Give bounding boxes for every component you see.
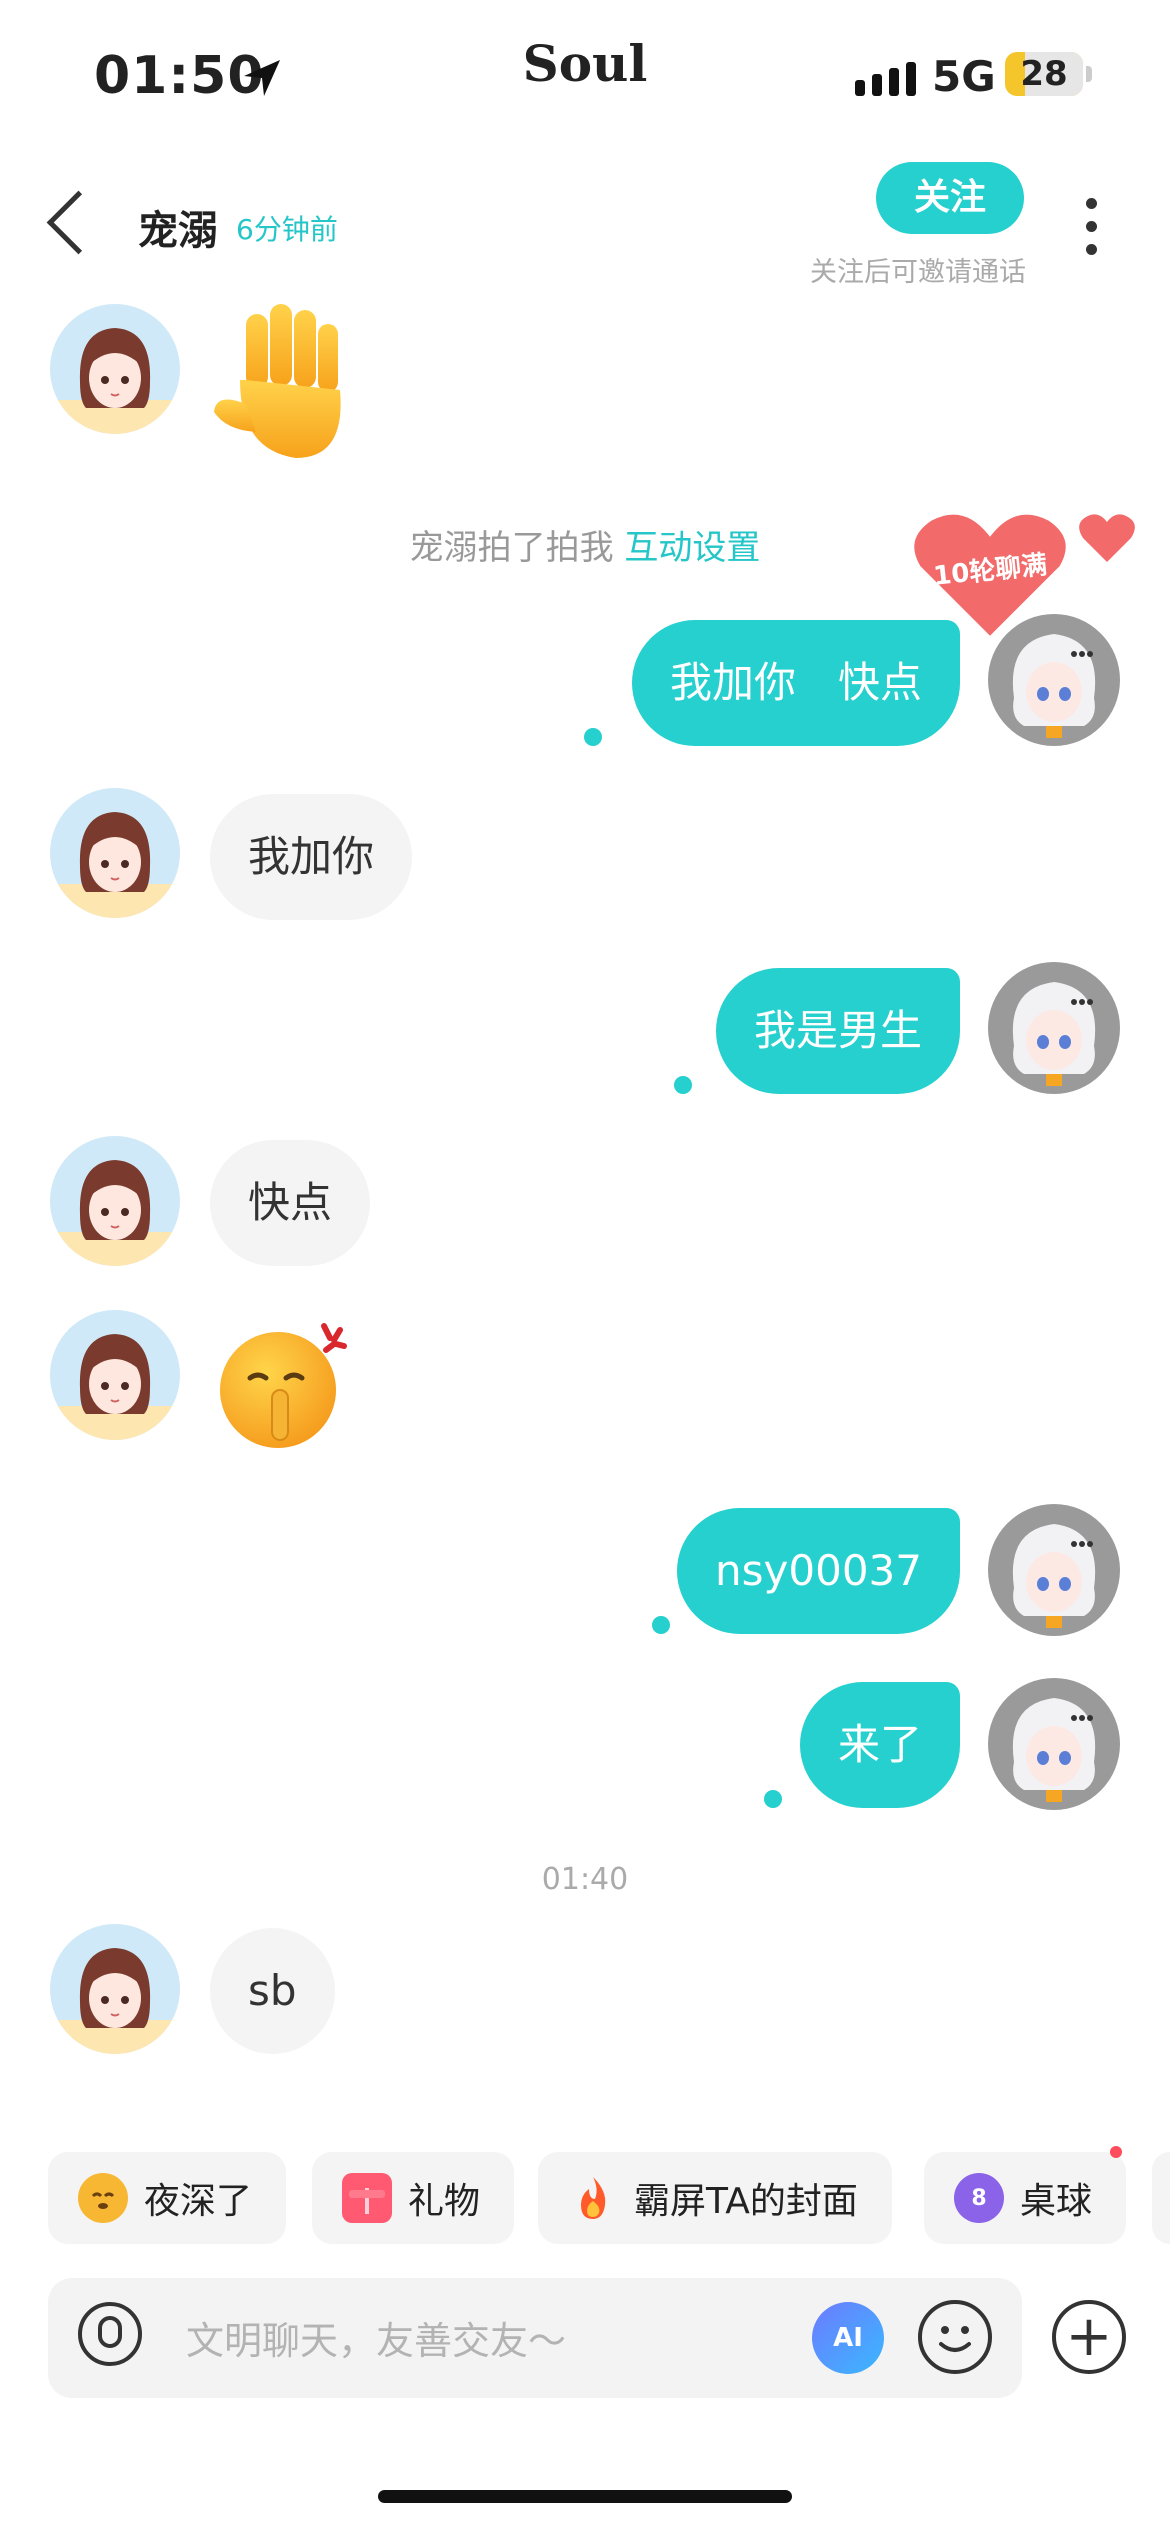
my-avatar[interactable] [988, 1678, 1120, 1810]
chip-billiards[interactable]: 8 桌球 [924, 2152, 1127, 2244]
chip-late-night[interactable]: 夜深了 [48, 2152, 287, 2244]
follow-button[interactable]: 关注 [876, 162, 1024, 234]
contact-avatar[interactable] [50, 1136, 180, 1266]
my-avatar[interactable] [988, 962, 1120, 1094]
incoming-message[interactable]: 快点 [210, 1140, 371, 1266]
read-indicator [764, 1790, 782, 1808]
more-options-icon[interactable] [1086, 198, 1097, 255]
heart-icon [1078, 512, 1136, 568]
gift-icon [342, 2173, 392, 2223]
chip-label: 霸屏TA的封面 [634, 2181, 858, 2222]
incoming-message[interactable]: sb [210, 1928, 335, 2054]
billiard-ball-icon: 8 [954, 2173, 1004, 2223]
chip-gift[interactable]: 礼物 [312, 2152, 515, 2244]
ai-assist-icon[interactable]: AI [812, 2302, 884, 2374]
read-indicator [674, 1076, 692, 1094]
chip-label: 夜深了 [144, 2181, 253, 2222]
my-avatar[interactable] [988, 614, 1120, 746]
shushing-face-icon [214, 1316, 354, 1456]
network-type: 5G [932, 52, 996, 101]
outgoing-message[interactable]: 我加你 快点 [631, 620, 960, 746]
follow-hint: 关注后可邀请通话 [810, 257, 1026, 288]
battery-icon: 28 [1005, 52, 1083, 96]
chip-label: 桌球 [1020, 2181, 1093, 2222]
interaction-settings-link[interactable]: 互动设置 [624, 528, 760, 568]
outgoing-message[interactable]: 我是男生 [715, 968, 960, 1094]
message-timestamp: 01:40 [541, 1862, 629, 1897]
read-indicator [652, 1616, 670, 1634]
battery-tip [1086, 66, 1092, 82]
contact-avatar[interactable] [50, 304, 180, 434]
my-avatar[interactable] [988, 1504, 1120, 1636]
chip-overflow-edge [1152, 2152, 1170, 2244]
emoji-icon[interactable] [918, 2300, 992, 2374]
contact-name[interactable]: 宠溺 [138, 198, 218, 256]
message-input[interactable]: 文明聊天，友善交友～ [186, 2310, 566, 2365]
mic-core [98, 2316, 122, 2348]
system-note-text: 宠溺拍了拍我 [409, 528, 625, 568]
incoming-message[interactable]: 我加你 [210, 794, 413, 920]
contact-avatar[interactable] [50, 1924, 180, 2054]
outgoing-message[interactable]: nsy00037 [677, 1508, 960, 1634]
fire-icon [568, 2173, 618, 2223]
chip-cover-takeover[interactable]: 霸屏TA的封面 [538, 2152, 892, 2244]
home-indicator [378, 2490, 792, 2503]
notification-dot [1110, 2146, 1122, 2158]
contact-avatar[interactable] [50, 1310, 180, 1440]
battery-level: 28 [1020, 54, 1068, 94]
back-arrow-icon[interactable] [46, 190, 111, 255]
sleepy-face-icon [78, 2173, 128, 2223]
read-indicator [584, 728, 602, 746]
raised-hand-icon [206, 300, 366, 474]
last-seen: 6分钟前 [236, 213, 338, 246]
outgoing-message[interactable]: 来了 [799, 1682, 960, 1808]
add-attachment-icon[interactable]: + [1052, 2300, 1126, 2374]
chip-label: 礼物 [408, 2181, 481, 2222]
signal-icon [855, 62, 916, 96]
contact-avatar[interactable] [50, 788, 180, 918]
